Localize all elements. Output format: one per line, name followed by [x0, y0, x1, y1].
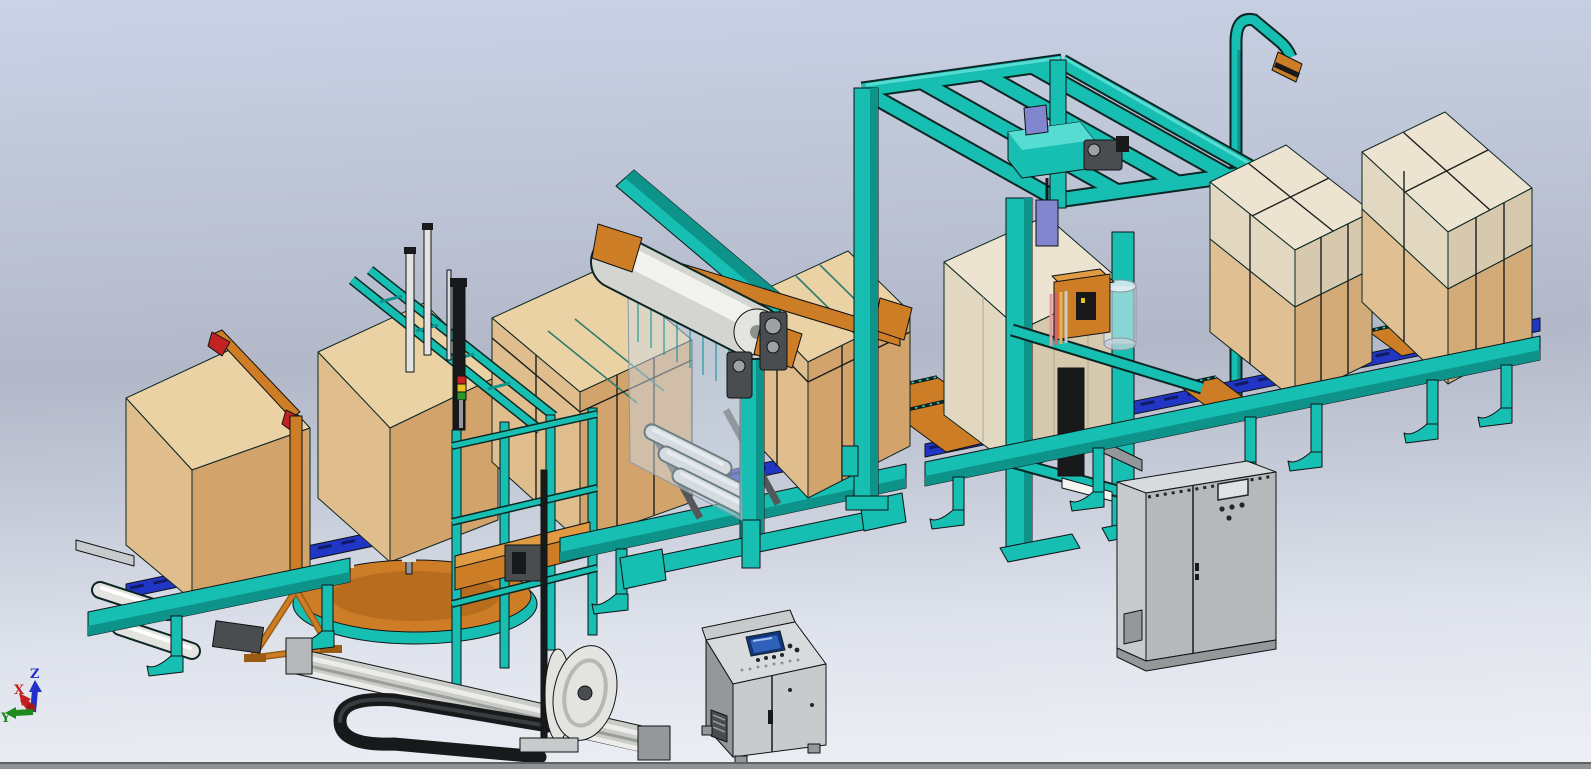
- axis-triad: Z X Y: [0, 667, 42, 726]
- cad-viewport: Z X Y: [0, 0, 1591, 769]
- carriage-slide: [1036, 200, 1058, 246]
- y-axis-label: Y: [0, 711, 11, 726]
- electrical-cabinet: [1117, 461, 1276, 671]
- operator-console: [702, 610, 826, 765]
- carriage-plate: [1024, 105, 1048, 135]
- pallet-load-plain-1: [126, 347, 310, 600]
- z-axis-label: Z: [30, 667, 40, 682]
- console-handle[interactable]: [768, 710, 773, 724]
- cabinet-handle[interactable]: [1195, 563, 1199, 571]
- x-axis-label: X: [14, 683, 25, 698]
- cabinet-vent: [1124, 610, 1142, 644]
- window-edge-strip: [0, 762, 1591, 769]
